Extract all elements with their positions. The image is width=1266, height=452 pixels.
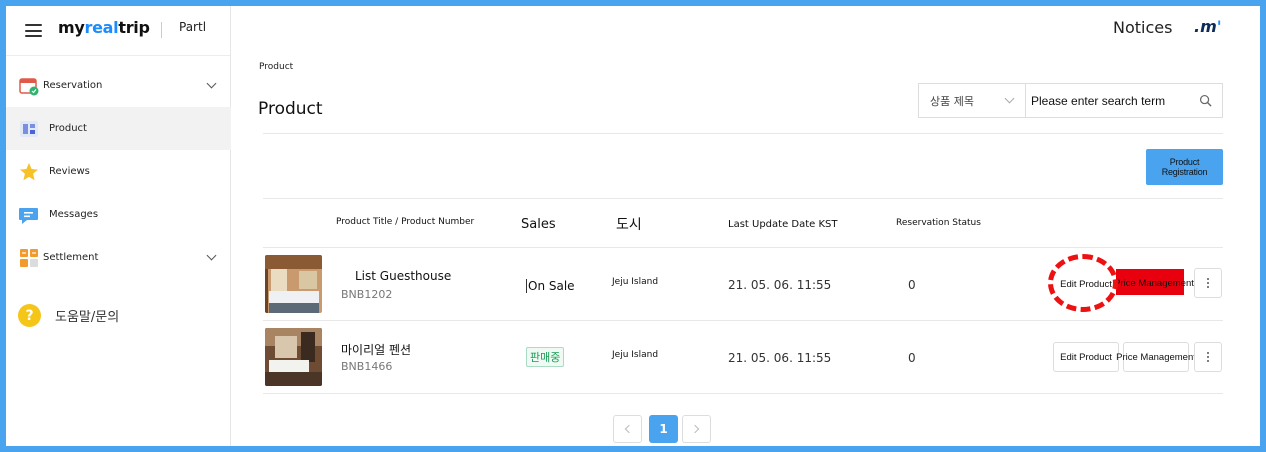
product-title[interactable]: List Guesthouse	[355, 269, 451, 283]
product-title[interactable]: 마이리얼 펜션	[341, 341, 411, 358]
search-select-value: 상품 제목	[930, 94, 974, 108]
more-options-button[interactable]	[1194, 268, 1222, 298]
calendar-icon	[19, 76, 39, 96]
table-top-divider	[263, 198, 1223, 199]
sidebar-item-settlement[interactable]: Settlement	[6, 236, 231, 279]
city-value: Jeju Island	[612, 350, 659, 360]
row-divider	[263, 247, 1223, 248]
sales-status: On Sale	[526, 279, 575, 293]
sidebar-item-reservation[interactable]: Reservation	[6, 64, 231, 107]
kebab-menu-icon	[1207, 351, 1209, 363]
product-registration-button[interactable]: Product Registration	[1146, 149, 1223, 185]
message-icon	[19, 205, 39, 225]
mini-logo[interactable]: .m'	[1194, 17, 1222, 36]
city-value: Jeju Island	[612, 277, 659, 287]
hamburger-menu-icon[interactable]	[25, 24, 42, 37]
product-thumbnail[interactable]	[265, 328, 322, 386]
row-divider	[263, 320, 1223, 321]
column-header-reservation: Reservation Status	[896, 218, 981, 228]
reservation-count: 0	[908, 278, 916, 292]
sidebar-item-product[interactable]: Product	[6, 107, 231, 150]
sidebar-item-label: Reservation	[43, 80, 103, 91]
sidebar-item-label: Settlement	[43, 252, 99, 263]
search-icon[interactable]	[1199, 94, 1212, 107]
column-header-title: Product Title / Product Number	[336, 217, 475, 227]
sidebar-nav: Reservation Product Reviews Messages Set…	[6, 64, 231, 279]
star-icon	[19, 162, 39, 182]
chevron-down-icon	[206, 78, 217, 89]
edit-product-button[interactable]: Edit Product	[1053, 269, 1119, 299]
breadcrumb[interactable]: Product	[259, 62, 293, 72]
product-number: BNB1202	[341, 288, 393, 301]
chevron-down-icon	[1004, 93, 1015, 104]
chevron-left-icon	[624, 424, 634, 434]
column-header-updated: Last Update Date KST	[728, 219, 838, 230]
sidebar-item-reviews[interactable]: Reviews	[6, 150, 231, 193]
partner-label: Partl	[179, 20, 207, 34]
question-icon: ?	[18, 304, 41, 327]
last-update-value: 21. 05. 06. 11:55	[728, 278, 832, 292]
pagination-page-button[interactable]: 1	[649, 415, 678, 443]
chevron-right-icon	[690, 424, 700, 434]
myrealtrip-logo[interactable]: myrealtrip	[58, 18, 150, 37]
row-divider	[263, 393, 1223, 394]
search-bar: 상품 제목	[918, 83, 1223, 118]
price-management-button[interactable]: Price Management	[1116, 342, 1196, 372]
pagination-prev-button[interactable]	[613, 415, 642, 443]
sidebar-item-messages[interactable]: Messages	[6, 193, 231, 236]
sidebar-item-label: Product	[49, 123, 87, 134]
pagination-next-button[interactable]	[682, 415, 711, 443]
page-title: Product	[258, 99, 323, 119]
sales-status-badge: 판매중	[526, 347, 565, 367]
help-link[interactable]: ? 도움말/문의	[18, 304, 119, 327]
search-input[interactable]	[1026, 84, 1222, 117]
more-options-button[interactable]	[1194, 342, 1222, 372]
edit-product-button[interactable]: Edit Product	[1053, 342, 1119, 372]
reservation-count: 0	[908, 351, 916, 365]
product-thumbnail[interactable]	[265, 255, 322, 313]
sidebar: myrealtrip Partl Reservation Product Rev…	[6, 6, 231, 446]
app-window: myrealtrip Partl Reservation Product Rev…	[6, 6, 1260, 446]
help-label: 도움말/문의	[55, 310, 120, 325]
brand-bar: myrealtrip Partl	[6, 6, 230, 56]
column-header-city: 도시	[616, 217, 642, 233]
logo-divider	[161, 22, 162, 38]
settlement-icon	[19, 248, 39, 268]
chevron-down-icon	[206, 250, 217, 261]
product-icon	[19, 119, 39, 139]
sidebar-item-label: Reviews	[49, 166, 90, 177]
last-update-value: 21. 05. 06. 11:55	[728, 351, 832, 365]
column-header-sales: Sales	[521, 217, 556, 232]
divider	[263, 133, 1223, 134]
kebab-menu-icon	[1207, 277, 1209, 289]
search-field-select[interactable]: 상품 제목	[919, 84, 1026, 117]
notices-link[interactable]: Notices	[1113, 18, 1172, 37]
price-management-button[interactable]: Price Management	[1114, 268, 1194, 298]
product-number: BNB1466	[341, 360, 393, 373]
sidebar-item-label: Messages	[49, 209, 99, 220]
